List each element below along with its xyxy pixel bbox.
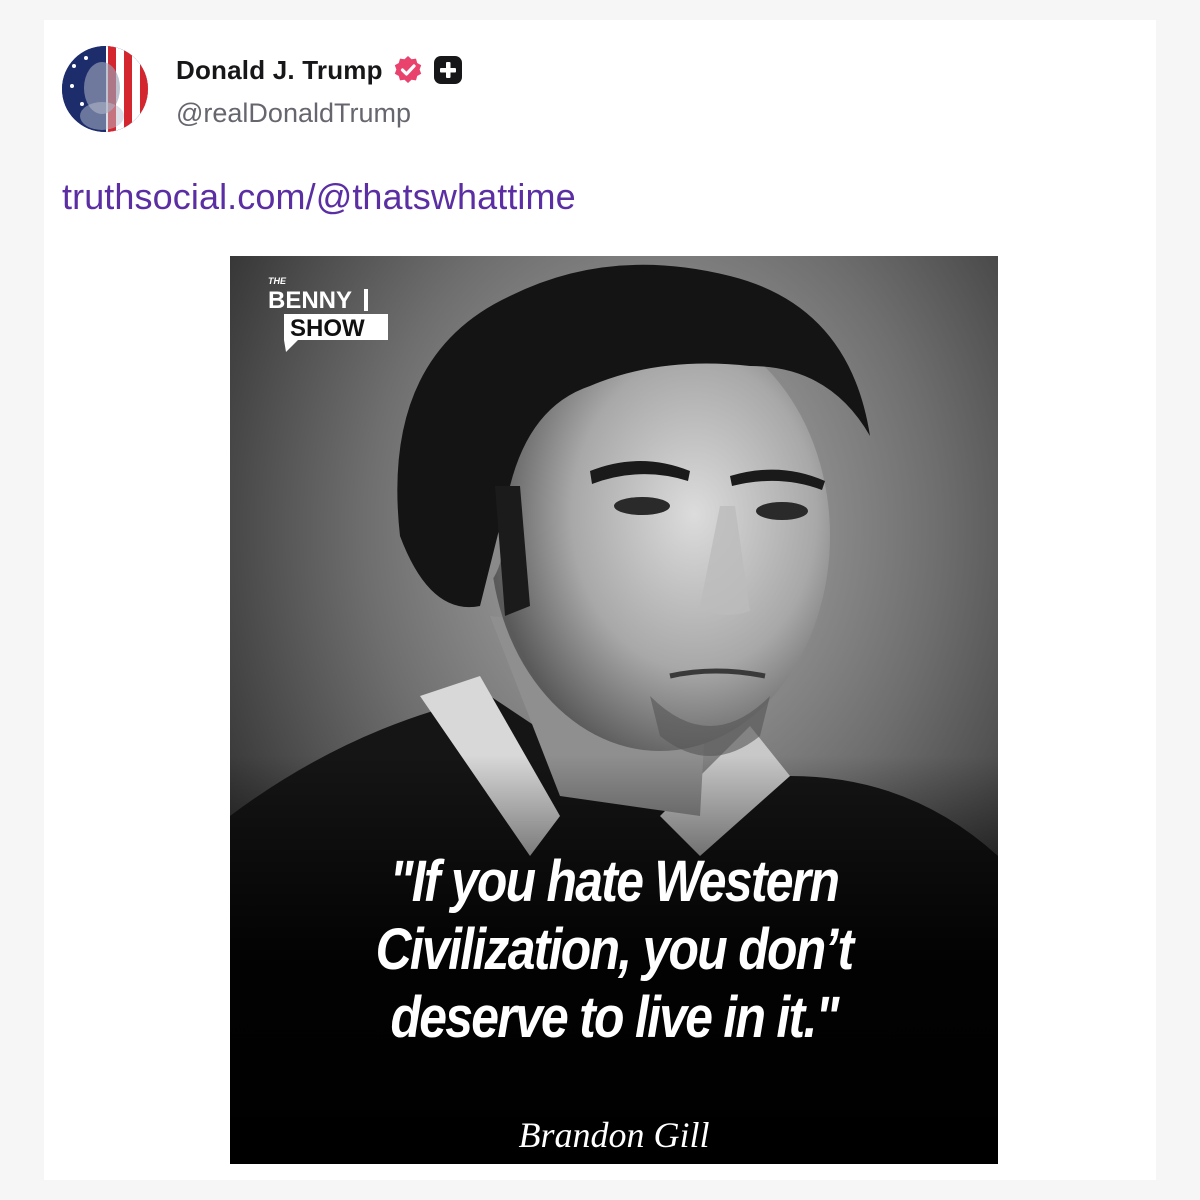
svg-text:THE: THE	[268, 276, 287, 286]
quote-line: "If you hate Western	[389, 849, 840, 914]
post-image[interactable]: THE BENNY SHOW "If you hate Western Civi…	[230, 256, 998, 1164]
quote-line: deserve to live in it."	[390, 985, 839, 1050]
post-link[interactable]: truthsocial.com/@thatswhattime	[62, 176, 576, 218]
flag-avatar-icon	[62, 46, 148, 132]
quote-line: Civilization, you don’t	[375, 917, 854, 982]
quote-attribution: Brandon Gill	[518, 1115, 710, 1155]
benny-show-logo: THE BENNY SHOW	[268, 276, 388, 352]
author-handle[interactable]: @realDonaldTrump	[176, 98, 411, 129]
svg-text:BENNY: BENNY	[268, 287, 352, 314]
svg-text:SHOW: SHOW	[290, 315, 365, 342]
author-display-name[interactable]: Donald J. Trump	[176, 55, 383, 86]
quote-text: "If you hate Western Civilization, you d…	[284, 848, 944, 1052]
author-avatar[interactable]	[62, 46, 148, 132]
verified-badge-icon	[393, 55, 423, 85]
author-name-row: Donald J. Trump	[176, 52, 463, 88]
plus-badge-icon	[433, 55, 463, 85]
